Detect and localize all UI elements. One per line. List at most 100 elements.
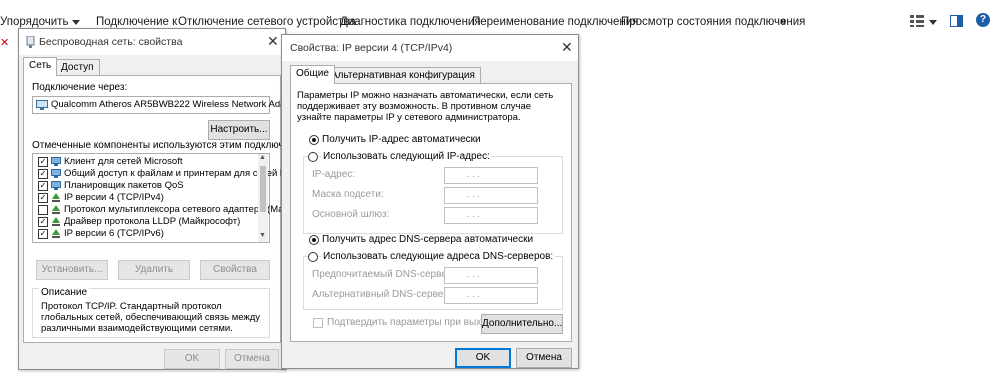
toolbar-diagnose[interactable]: Диагностика подключения xyxy=(340,16,481,28)
toolbar-connect-to[interactable]: Подключение к xyxy=(96,16,177,28)
remove-button[interactable]: Удалить xyxy=(118,260,190,280)
network-share-icon xyxy=(51,169,61,178)
component-label: IP версии 6 (TCP/IPv6) xyxy=(64,228,164,239)
description-group: Описание Протокол TCP/IP. Стандартный пр… xyxy=(32,287,270,338)
network-tab-panel: Подключение через: Qualcomm Atheros AR5B… xyxy=(23,75,316,343)
component-label: Протокол мультиплексора сетевого адаптер… xyxy=(64,204,289,215)
preview-pane-icon[interactable] xyxy=(950,15,963,30)
toolbar-more[interactable]: » xyxy=(780,16,786,28)
component-checkbox[interactable]: ✓ xyxy=(38,229,48,239)
preferred-dns-field[interactable]: . . . xyxy=(444,267,538,284)
connect-via-label: Подключение через: xyxy=(32,82,128,93)
list-item[interactable]: ✓ Общий доступ к файлам и принтерам для … xyxy=(35,168,288,180)
gateway-label: Основной шлюз: xyxy=(312,209,390,220)
ip-auto-radio[interactable] xyxy=(309,135,319,145)
alternate-dns-label: Альтернативный DNS-сервер: xyxy=(312,289,452,300)
gateway-field[interactable]: . . . xyxy=(444,207,538,224)
install-button[interactable]: Установить... xyxy=(36,260,108,280)
list-item[interactable]: ✓ Планировщик пакетов QoS xyxy=(35,180,255,192)
component-checkbox[interactable]: ✓ xyxy=(38,193,48,203)
tab-sharing[interactable]: Доступ xyxy=(55,59,100,76)
protocol-icon xyxy=(52,217,60,226)
ok-button[interactable]: OK xyxy=(164,349,220,369)
preferred-dns-label: Предпочитаемый DNS-сервер: xyxy=(312,269,456,280)
component-label: Общий доступ к файлам и принтерам для се… xyxy=(64,168,288,179)
properties-button[interactable]: Свойства xyxy=(200,260,270,280)
general-tab-panel: Параметры IP можно назначать автоматичес… xyxy=(290,83,572,342)
dns-auto-radio[interactable] xyxy=(309,235,319,245)
configure-button[interactable]: Настроить... xyxy=(208,120,270,140)
adapter-field: Qualcomm Atheros AR5BWB222 Wireless Netw… xyxy=(32,96,293,114)
scroll-up-icon[interactable]: ▲ xyxy=(259,154,266,161)
list-item[interactable]: ✓ Драйвер протокола LLDP (Майкрософт) xyxy=(35,216,255,228)
component-label: Планировщик пакетов QoS xyxy=(64,180,184,191)
subnet-field[interactable]: . . . xyxy=(444,187,538,204)
wireless-properties-dialog: Беспроводная сеть: свойства ✕ Сеть Досту… xyxy=(18,28,316,370)
advanced-button[interactable]: Дополнительно... xyxy=(481,314,563,334)
protocol-icon xyxy=(52,193,60,202)
description-label: Описание xyxy=(39,287,90,298)
list-item[interactable]: ✓ IP версии 6 (TCP/IPv6) xyxy=(35,228,255,240)
tab-general[interactable]: Общие xyxy=(290,65,335,84)
component-label: Клиент для сетей Microsoft xyxy=(64,156,183,167)
ok-button[interactable]: OK xyxy=(455,348,511,368)
ipv4-properties-dialog: Свойства: IP версии 4 (TCP/IPv4) ✕ Общие… xyxy=(281,34,579,369)
dns-auto-label[interactable]: Получить адрес DNS-сервера автоматически xyxy=(322,234,533,245)
components-scrollbar[interactable]: ▲ ▼ xyxy=(258,154,268,242)
dns-manual-label[interactable]: Использовать следующие адреса DNS-сервер… xyxy=(321,251,556,262)
validate-label: Подтвердить параметры при выходе xyxy=(327,317,498,328)
list-item[interactable]: ✓ IP версии 4 (TCP/IPv4) xyxy=(35,192,255,204)
adapter-name: Qualcomm Atheros AR5BWB222 Wireless Netw… xyxy=(51,99,294,110)
chevron-down-icon[interactable] xyxy=(72,20,80,25)
component-label: IP версии 4 (TCP/IPv4) xyxy=(64,192,164,203)
close-icon[interactable]: ✕ xyxy=(561,39,573,55)
toolbar-rename[interactable]: Переименование подключения xyxy=(472,16,638,28)
list-item[interactable]: Протокол мультиплексора сетевого адаптер… xyxy=(35,204,289,216)
network-client-icon xyxy=(51,157,61,166)
component-checkbox[interactable]: ✓ xyxy=(38,169,48,179)
list-item[interactable]: ✓ Клиент для сетей Microsoft xyxy=(35,156,255,168)
component-checkbox[interactable]: ✓ xyxy=(38,181,48,191)
component-checkbox[interactable]: ✓ xyxy=(38,157,48,167)
ip-manual-label[interactable]: Использовать следующий IP-адрес: xyxy=(321,151,492,162)
subnet-label: Маска подсети: xyxy=(312,189,384,200)
toolbar-organize[interactable]: Упорядочить xyxy=(0,16,68,28)
manual-dns-group: Использовать следующие адреса DNS-сервер… xyxy=(303,251,563,310)
component-checkbox[interactable] xyxy=(38,205,48,215)
dns-manual-radio[interactable] xyxy=(308,252,318,262)
ipv4-dialog-title: Свойства: IP версии 4 (TCP/IPv4) xyxy=(290,42,453,54)
error-marker-icon: ✕ xyxy=(0,37,10,49)
manual-ip-group: Использовать следующий IP-адрес: IP-адре… xyxy=(303,151,563,234)
network-adapter-icon xyxy=(26,35,35,51)
ip-auto-label[interactable]: Получить IP-адрес автоматически xyxy=(322,134,481,145)
alternate-dns-field[interactable]: . . . xyxy=(444,287,538,304)
ip-manual-radio[interactable] xyxy=(308,152,318,162)
validate-checkbox[interactable] xyxy=(313,318,323,328)
cancel-button[interactable]: Отмена xyxy=(225,349,279,369)
component-label: Драйвер протокола LLDP (Майкрософт) xyxy=(64,216,241,227)
scroll-down-icon[interactable]: ▼ xyxy=(259,232,266,239)
close-icon[interactable]: ✕ xyxy=(267,33,279,49)
help-icon[interactable]: ? xyxy=(976,13,990,27)
protocol-icon xyxy=(52,205,60,214)
toolbar-view-status[interactable]: Просмотр состояния подключения xyxy=(621,16,805,28)
protocol-icon xyxy=(52,229,60,238)
tab-network[interactable]: Сеть xyxy=(23,57,58,76)
toolbar-disable-device[interactable]: Отключение сетевого устройства xyxy=(178,16,356,28)
cancel-button[interactable]: Отмена xyxy=(516,348,572,368)
description-text: Протокол TCP/IP. Стандартный протокол гл… xyxy=(41,301,261,334)
intro-text: Параметры IP можно назначать автоматичес… xyxy=(297,90,554,123)
component-checkbox[interactable]: ✓ xyxy=(38,217,48,227)
view-options-icon[interactable] xyxy=(910,15,924,30)
ipv4-titlebar: Свойства: IP версии 4 (TCP/IPv4) ✕ xyxy=(282,35,578,61)
view-dropdown-icon[interactable] xyxy=(929,20,937,25)
tab-alternate-config[interactable]: Альтернативная конфигурация xyxy=(325,67,481,84)
ip-address-label: IP-адрес: xyxy=(312,169,356,180)
scroll-thumb[interactable] xyxy=(260,166,266,212)
network-service-icon xyxy=(51,181,61,190)
ip-address-field[interactable]: . . . xyxy=(444,167,538,184)
wireless-dialog-title: Беспроводная сеть: свойства xyxy=(39,36,183,48)
components-label: Отмеченные компоненты используются этим … xyxy=(32,140,316,151)
wireless-adapter-icon xyxy=(36,100,48,113)
components-list[interactable]: ✓ Клиент для сетей Microsoft ✓ Общий дос… xyxy=(32,153,289,243)
